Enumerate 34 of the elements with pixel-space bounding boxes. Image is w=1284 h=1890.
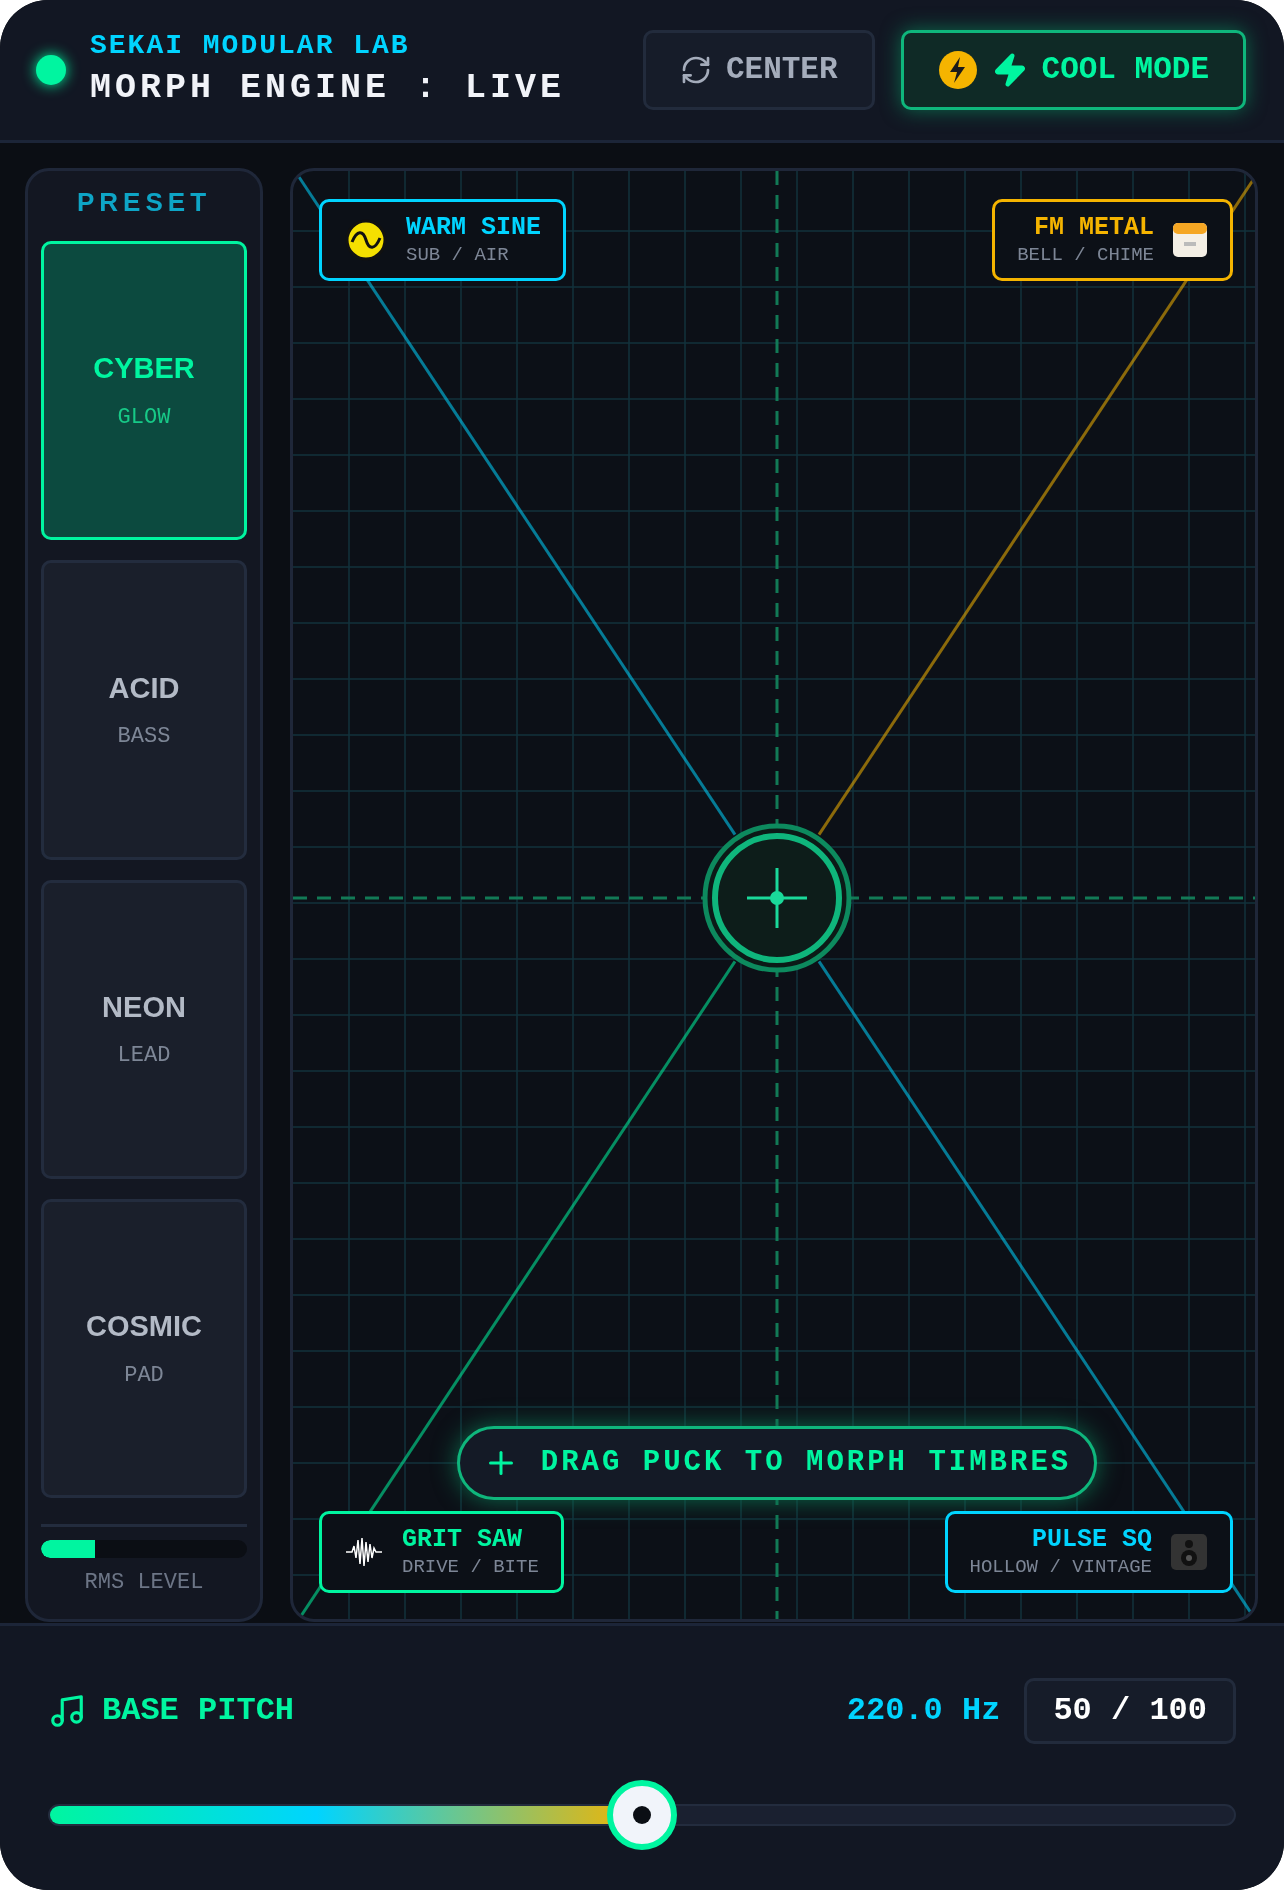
timbre-card[interactable]: WARM SINE SUB / AIR <box>319 199 567 281</box>
timbre-subtitle: BELL / CHIME <box>1017 243 1154 267</box>
app-title: MORPH ENGINE : LIVE <box>90 67 566 110</box>
preset-card[interactable]: CYBER GLOW <box>41 241 247 541</box>
morph-pad[interactable]: WARM SINE SUB / AIR FM METAL BELL / CHIME DRAG PUCK TO MORPH TIMBRES GRIT SAW DRIVE / BITE PULSE SQ HOLLOW / VINTAGE <box>290 168 1258 1622</box>
hint-text: DRAG PUCK TO MORPH TIMBRES <box>540 1445 1072 1482</box>
pitch-label: BASE PITCH <box>102 1691 295 1731</box>
preset-card[interactable]: NEON LEAD <box>41 879 247 1179</box>
bolt-badge-icon <box>937 50 978 90</box>
pitch-value: 50 / 100 <box>1024 1678 1236 1744</box>
timbre-card[interactable]: PULSE SQ HOLLOW / VINTAGE <box>944 1511 1233 1593</box>
timbre-name: WARM SINE <box>406 213 542 243</box>
wave-circle-icon <box>344 218 388 262</box>
center-button[interactable]: CENTER <box>642 30 875 110</box>
timbre-subtitle: SUB / AIR <box>406 243 510 267</box>
mode-button[interactable]: COOL MODE <box>900 30 1246 110</box>
timbre-name: GRIT SAW <box>402 1525 524 1555</box>
timbre-name: PULSE SQ <box>1030 1525 1152 1555</box>
timbre-subtitle: DRIVE / BITE <box>402 1555 539 1579</box>
timbre-name: FM METAL <box>1032 213 1154 243</box>
pitch-slider[interactable] <box>48 1780 1236 1850</box>
panel-title: PRESET <box>76 186 212 219</box>
morph-puck[interactable] <box>702 823 852 973</box>
timbre-subtitle: HOLLOW / VINTAGE <box>969 1555 1152 1579</box>
preset-card[interactable]: ACID BASS <box>41 560 247 860</box>
music-note-icon <box>48 1692 86 1730</box>
brand-label: SEKAI MODULAR LAB <box>90 29 411 63</box>
meter-label: RMS LEVEL <box>83 1569 205 1597</box>
timbre-card[interactable]: GRIT SAW DRIVE / BITE <box>319 1511 564 1593</box>
pitch-reading: 220.0 Hz <box>846 1691 1001 1731</box>
calendar-icon <box>1172 222 1208 258</box>
speaker-icon <box>1170 1533 1208 1571</box>
timbre-card[interactable]: FM METAL BELL / CHIME <box>992 199 1233 281</box>
preset-card[interactable]: COSMIC PAD <box>41 1198 247 1498</box>
